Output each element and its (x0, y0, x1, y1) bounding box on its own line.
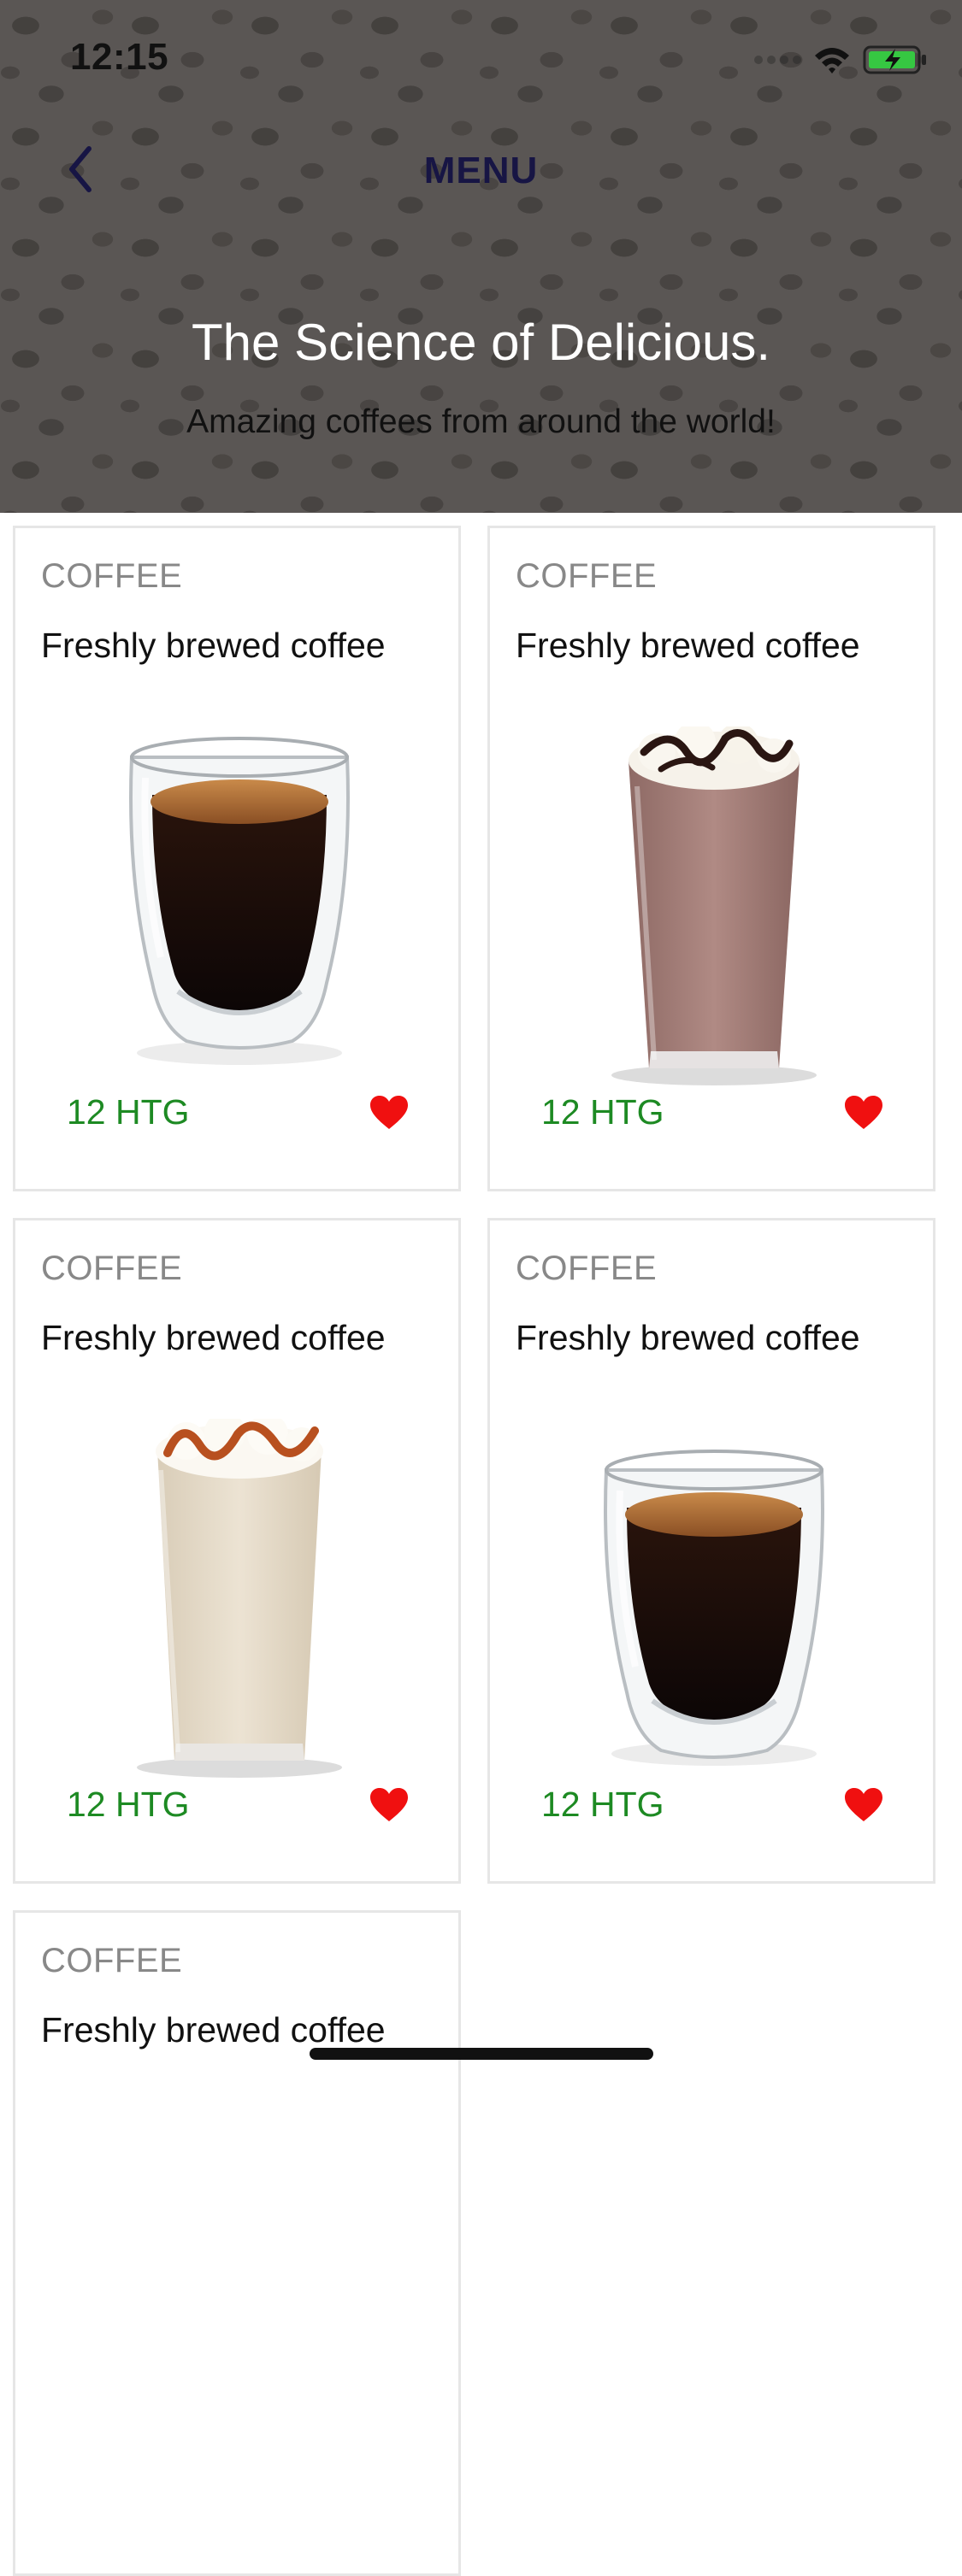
product-category: COFFEE (41, 1250, 183, 1287)
product-card[interactable]: COFFEE Freshly brewed coffee 12 HTG (13, 526, 461, 1191)
chocolate-frappe-image (575, 721, 853, 1085)
product-category: COFFEE (41, 1942, 183, 1979)
page-title: MENU (423, 150, 539, 191)
home-indicator[interactable] (310, 2048, 653, 2060)
product-category: COFFEE (516, 1250, 658, 1287)
espresso-glass-image (575, 1419, 853, 1778)
product-price: 12 HTG (541, 1092, 664, 1132)
product-category: COFFEE (516, 557, 658, 595)
product-card[interactable]: COFFEE Freshly brewed coffee 12 HTG (487, 1218, 935, 1884)
product-price: 12 HTG (67, 1785, 190, 1824)
status-icons (754, 43, 928, 77)
heart-icon[interactable] (844, 1787, 883, 1823)
heart-icon[interactable] (369, 1787, 409, 1823)
hero-headline: The Science of Delicious. (192, 314, 770, 371)
product-card[interactable]: COFFEE Freshly brewed coffee 12 HTG (13, 1218, 461, 1884)
product-card[interactable]: COFFEE Freshly brewed coffee (13, 1910, 461, 2576)
status-time: 12:15 (70, 36, 169, 78)
product-description: Freshly brewed coffee (516, 1318, 860, 1357)
hero-header: 12:15 MENU The Science of Delicious. Ama… (0, 0, 962, 513)
espresso-glass-image (101, 726, 378, 1085)
heart-icon[interactable] (844, 1095, 883, 1131)
battery-charging-icon (863, 45, 926, 74)
heart-icon[interactable] (369, 1095, 409, 1131)
product-card[interactable]: COFFEE Freshly brewed coffee 12 HTG (487, 526, 935, 1191)
wifi-icon (815, 48, 849, 74)
product-description: Freshly brewed coffee (41, 1318, 386, 1357)
caramel-frappe-image (101, 1412, 378, 1778)
product-description: Freshly brewed coffee (516, 626, 860, 665)
product-description: Freshly brewed coffee (41, 626, 386, 665)
product-price: 12 HTG (541, 1785, 664, 1824)
signal-dots-icon (754, 56, 801, 64)
product-description: Freshly brewed coffee (41, 2010, 386, 2050)
hero-subheadline: Amazing coffees from around the world! (186, 403, 776, 440)
product-price: 12 HTG (67, 1092, 190, 1132)
product-category: COFFEE (41, 557, 183, 595)
